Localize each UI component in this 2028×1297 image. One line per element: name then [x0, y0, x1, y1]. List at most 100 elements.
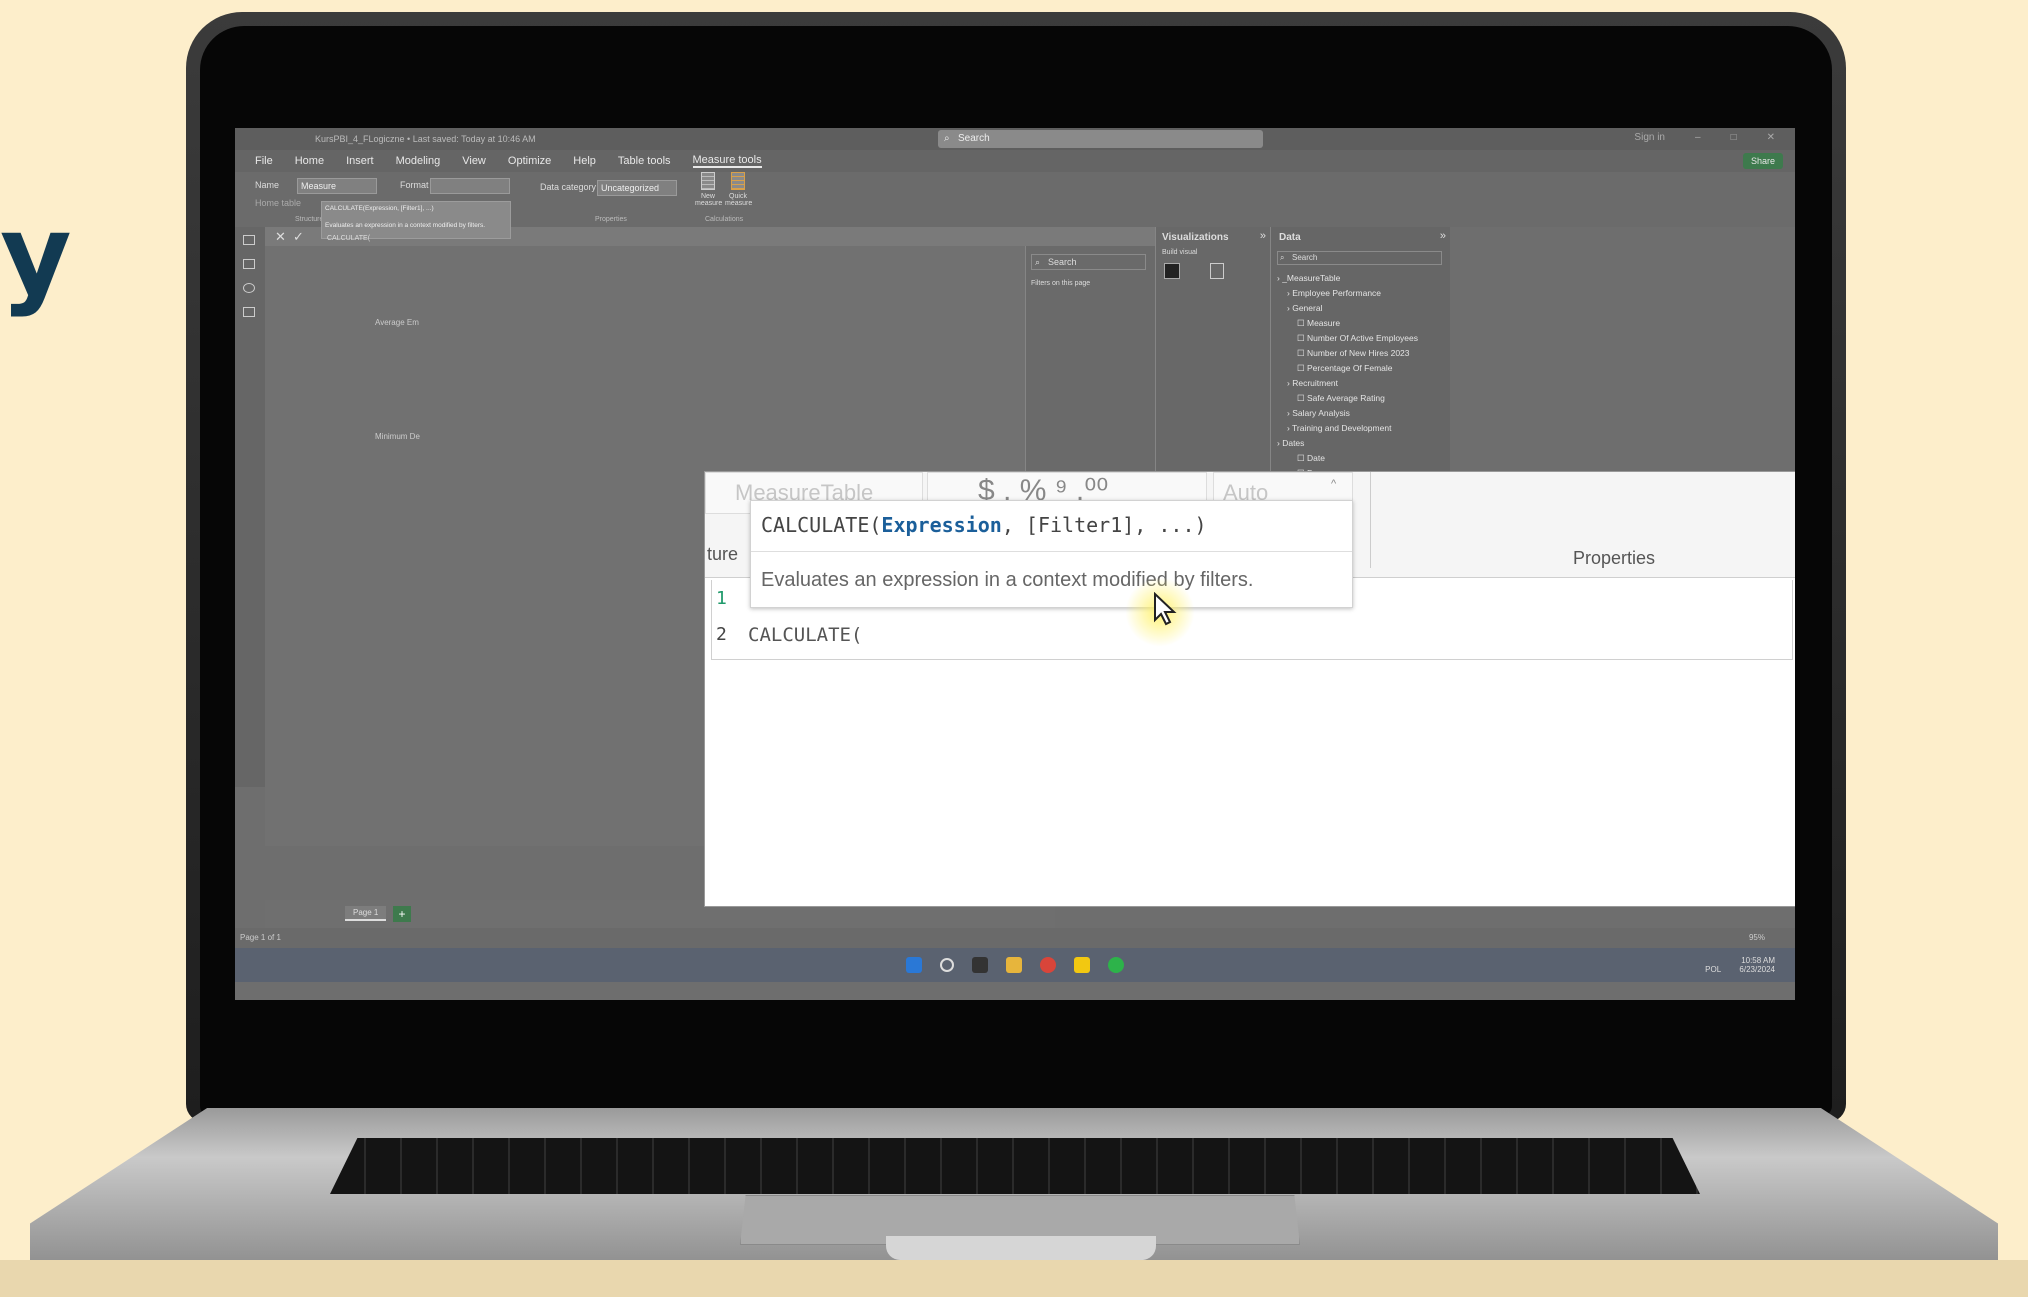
start-icon[interactable]	[906, 957, 922, 973]
clock-date: 6/23/2024	[1739, 965, 1775, 974]
data-tree-item[interactable]: ☐ Date	[1297, 453, 1325, 464]
filters-search-icon: ⌕	[1035, 257, 1041, 267]
maximize-icon[interactable]: □	[1731, 132, 1737, 143]
laptop-notch	[886, 1236, 1156, 1260]
minimize-icon[interactable]: –	[1695, 132, 1701, 143]
field-checkbox-icon[interactable]: ☐	[1297, 453, 1307, 463]
line-number-2: 2	[716, 624, 727, 645]
signin-link[interactable]: Sign in	[1634, 132, 1665, 143]
data-tree-item[interactable]: › Training and Development	[1287, 423, 1391, 433]
format-visual-icon[interactable]	[1210, 263, 1224, 279]
data-tree-label: Safe Average Rating	[1306, 393, 1385, 403]
menu-measure-tools[interactable]: Measure tools	[692, 154, 762, 168]
field-checkbox-icon[interactable]: ☐	[1297, 348, 1307, 358]
field-checkbox-icon[interactable]: ☐	[1297, 333, 1307, 343]
data-tree-item[interactable]: ☐ Number Of Active Employees	[1297, 333, 1418, 344]
canvas-label-average: Average Em	[375, 318, 419, 327]
data-tree-label: Training and Development	[1292, 423, 1392, 433]
data-tree-item[interactable]: › General	[1287, 303, 1322, 313]
data-tree-item[interactable]: ☐ Number of New Hires 2023	[1297, 348, 1410, 359]
name-field[interactable]: Measure	[297, 178, 377, 194]
data-tree-label: Measure	[1306, 318, 1341, 328]
close-icon[interactable]: ✕	[1767, 132, 1775, 143]
language-indicator[interactable]: POL	[1705, 965, 1721, 974]
menu-view[interactable]: View	[462, 155, 486, 167]
menu-bar: File Home Insert Modeling View Optimize …	[235, 150, 1795, 172]
chrome-icon[interactable]	[1040, 957, 1056, 973]
format-label: Format	[400, 180, 429, 190]
data-tree-item[interactable]: ☐ Measure	[1297, 318, 1340, 329]
data-collapse-icon[interactable]: »	[1440, 230, 1446, 242]
clock[interactable]: 10:58 AM 6/23/2024	[1739, 956, 1775, 974]
code-line-2: CALCULATE(	[748, 624, 863, 646]
search-icon: ⌕	[944, 133, 950, 144]
taskbar-search-icon[interactable]	[940, 958, 954, 972]
build-visual-icon[interactable]	[1164, 263, 1180, 279]
menu-modeling[interactable]: Modeling	[396, 155, 441, 167]
data-tree-item[interactable]: › Dates	[1277, 438, 1304, 448]
data-category-label: Data category	[540, 182, 597, 192]
zoom-overlay: MeasureTable $ , % ⁹ .⁰⁰ Auto ^ ture Pro…	[705, 472, 1795, 906]
window-title: KursPBI_4_FLogiczne • Last saved: Today …	[315, 134, 536, 144]
format-dropdown[interactable]	[430, 178, 510, 194]
zoom-group-divider	[1370, 472, 1371, 568]
menu-optimize[interactable]: Optimize	[508, 155, 551, 167]
menu-file[interactable]: File	[255, 155, 273, 167]
commit-formula-icon[interactable]: ✓	[293, 229, 304, 245]
data-tree-label: Number of New Hires 2023	[1306, 348, 1410, 358]
data-tree-item[interactable]: ☐ Safe Average Rating	[1297, 393, 1385, 404]
task-view-icon[interactable]	[972, 957, 988, 973]
page-tab[interactable]: Page 1	[345, 906, 387, 921]
data-tree-item[interactable]: › _MeasureTable	[1277, 273, 1340, 283]
window-controls: Sign in – □ ✕	[1634, 132, 1775, 143]
zoom-level[interactable]: 95%	[1749, 928, 1765, 948]
field-checkbox-icon[interactable]: ☐	[1297, 393, 1307, 403]
add-page-button[interactable]: +	[393, 906, 411, 922]
report-view-icon[interactable]	[243, 235, 255, 245]
viz-collapse-icon[interactable]: »	[1260, 230, 1266, 242]
cancel-formula-icon[interactable]: ✕	[275, 229, 286, 245]
data-category-dropdown[interactable]: Uncategorized	[597, 180, 677, 196]
share-button[interactable]: Share	[1742, 153, 1783, 169]
filters-title: Filters on this page	[1031, 280, 1091, 287]
model-view-icon[interactable]	[243, 283, 255, 293]
powerbi-icon[interactable]	[1074, 957, 1090, 973]
dax-view-icon[interactable]	[243, 307, 255, 317]
tooltip-separator	[751, 551, 1352, 552]
tooltip-signature: CALCULATE(Expression, [Filter1], ...)	[761, 513, 1207, 537]
side-letter: y	[0, 191, 72, 319]
menu-table-tools[interactable]: Table tools	[618, 155, 671, 167]
system-tray: POL 10:58 AM 6/23/2024	[1705, 956, 1775, 974]
sig-func: CALCULATE(	[761, 513, 882, 537]
mouse-pointer-icon	[1154, 592, 1177, 626]
formula-bar[interactable]: ✕ ✓ CALCULATE(Expression, [Filter1], ...…	[265, 201, 1155, 247]
green-app-icon[interactable]	[1108, 957, 1124, 973]
data-tree-item[interactable]: ☐ Percentage Of Female	[1297, 363, 1393, 374]
viz-title: Visualizations	[1162, 232, 1229, 243]
top-search-box[interactable]: ⌕ Search	[938, 130, 1263, 148]
file-explorer-icon[interactable]	[1006, 957, 1022, 973]
new-measure-button[interactable]: New measure	[695, 172, 722, 207]
data-tree-label: Recruitment	[1292, 378, 1339, 388]
menu-help[interactable]: Help	[573, 155, 596, 167]
field-checkbox-icon[interactable]: ☐	[1297, 318, 1307, 328]
data-tree-label: Employee Performance	[1292, 288, 1382, 298]
name-label: Name	[255, 180, 280, 190]
field-checkbox-icon[interactable]: ☐	[1297, 363, 1307, 373]
quick-measure-button[interactable]: Quick measure	[725, 172, 752, 207]
mini-code-line2: CALCULATE(	[327, 235, 371, 242]
data-tree-item[interactable]: › Salary Analysis	[1287, 408, 1350, 418]
menu-insert[interactable]: Insert	[346, 155, 374, 167]
zoom-properties-label: Properties	[1573, 548, 1656, 568]
data-tree-item[interactable]: › Employee Performance	[1287, 288, 1381, 298]
filters-search[interactable]: ⌕ Search	[1031, 254, 1146, 270]
sig-rest: , [Filter1], ...)	[1001, 513, 1207, 537]
data-title: Data	[1279, 232, 1301, 243]
table-view-icon[interactable]	[243, 259, 255, 269]
data-search[interactable]: ⌕ Search	[1277, 251, 1442, 265]
data-tree-label: Number Of Active Employees	[1306, 333, 1418, 343]
menu-home[interactable]: Home	[295, 155, 324, 167]
data-tree-item[interactable]: › Recruitment	[1287, 378, 1338, 388]
line-number-1: 1	[716, 588, 727, 609]
table-surface	[0, 1260, 2028, 1297]
